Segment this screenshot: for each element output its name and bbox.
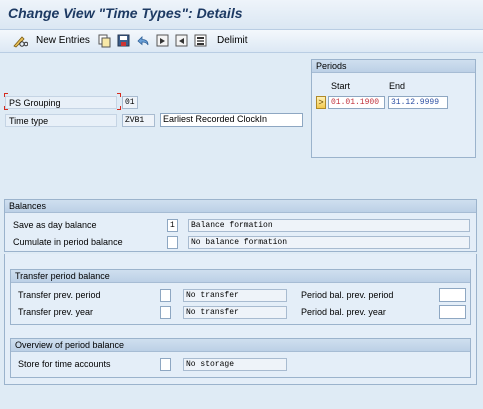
period-end-label: End xyxy=(389,81,406,91)
ps-grouping-field[interactable]: 01 xyxy=(122,96,138,109)
select-block-icon[interactable] xyxy=(194,33,208,48)
time-type-field[interactable]: ZVB1 xyxy=(122,114,155,127)
next-entry-icon[interactable] xyxy=(156,33,170,48)
cumulate-period-balance-label: Cumulate in period balance xyxy=(13,237,123,247)
title-bar: Change View "Time Types": Details xyxy=(0,0,483,29)
period-bal-prev-period-field[interactable] xyxy=(439,288,466,302)
transfer-title: Transfer period balance xyxy=(11,270,470,283)
period-bal-prev-year-label: Period bal. prev. year xyxy=(301,307,386,317)
main-content: PS Grouping 01 Time type ZVB1 Earliest R… xyxy=(0,52,483,409)
transfer-prev-year-label: Transfer prev. year xyxy=(18,307,94,317)
time-type-label: Time type xyxy=(5,114,117,127)
required-marker xyxy=(117,106,121,110)
cumulate-period-balance-text: No balance formation xyxy=(188,236,470,249)
copy-icon[interactable] xyxy=(98,33,112,48)
periods-title: Periods xyxy=(312,60,475,73)
transfer-prev-period-text: No transfer xyxy=(183,289,287,302)
store-time-accounts-text: No storage xyxy=(183,358,287,371)
previous-entry-icon[interactable] xyxy=(175,33,189,48)
transfer-prev-year-field[interactable] xyxy=(160,306,171,319)
period-bal-prev-period-label: Period bal. prev. period xyxy=(301,290,394,300)
period-nav-button[interactable]: > xyxy=(316,96,326,109)
save-day-balance-text: Balance formation xyxy=(188,219,470,232)
period-start-field[interactable]: 01.01.1900 xyxy=(328,96,385,109)
overview-title: Overview of period balance xyxy=(11,339,470,352)
transfer-prev-period-label: Transfer prev. period xyxy=(18,290,101,300)
pencil-glasses-icon[interactable] xyxy=(12,33,28,48)
delimit-button[interactable]: Delimit xyxy=(217,33,248,48)
period-bal-prev-year-field[interactable] xyxy=(439,305,466,319)
save-as-icon[interactable] xyxy=(117,33,131,48)
cumulate-period-balance-field[interactable] xyxy=(167,236,178,249)
new-entries-label: New Entries xyxy=(36,35,90,46)
new-entries-button[interactable]: New Entries xyxy=(36,33,90,48)
ps-grouping-label: PS Grouping xyxy=(5,96,117,109)
store-time-accounts-field[interactable] xyxy=(160,358,171,371)
delimit-label: Delimit xyxy=(217,35,248,46)
save-day-balance-field[interactable]: 1 xyxy=(167,219,178,232)
store-time-accounts-label: Store for time accounts xyxy=(18,359,111,369)
balances-title: Balances xyxy=(5,200,476,213)
time-type-text: Earliest Recorded ClockIn xyxy=(160,113,303,127)
undo-icon[interactable] xyxy=(136,33,150,48)
save-day-balance-label: Save as day balance xyxy=(13,220,97,230)
transfer-prev-period-field[interactable] xyxy=(160,289,171,302)
transfer-prev-year-text: No transfer xyxy=(183,306,287,319)
period-end-field[interactable]: 31.12.9999 xyxy=(388,96,448,109)
application-toolbar: New Entries Delimit xyxy=(0,29,483,53)
page-title: Change View "Time Types": Details xyxy=(8,5,243,21)
required-marker xyxy=(117,93,121,97)
period-start-label: Start xyxy=(331,81,351,91)
